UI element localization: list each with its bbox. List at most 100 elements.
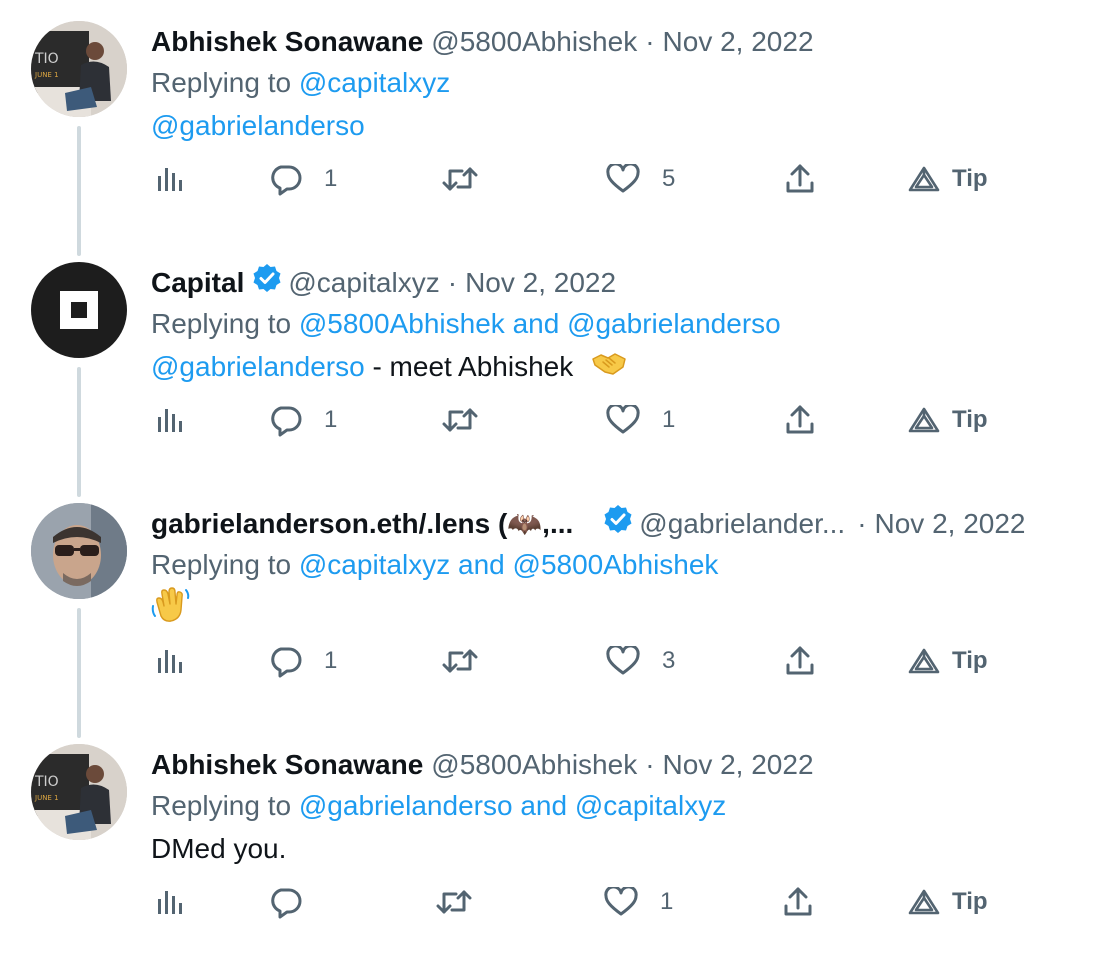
- reply-count: 1: [324, 647, 338, 674]
- reply-mention[interactable]: @5800Abhishek: [513, 549, 719, 580]
- like-button[interactable]: 3: [606, 640, 675, 682]
- tip-label: Tip: [952, 165, 988, 192]
- reply-mention[interactable]: @capitalxyz: [575, 790, 726, 821]
- waving-hand-icon: [151, 586, 191, 637]
- share-button[interactable]: [784, 640, 816, 682]
- analytics-button[interactable]: [154, 399, 184, 441]
- author-name[interactable]: Abhishek Sonawane: [151, 745, 423, 785]
- analytics-button[interactable]: [154, 158, 184, 200]
- body-text: DMed you.: [151, 833, 287, 864]
- analytics-icon: [158, 168, 182, 191]
- replying-prefix: Replying to: [151, 308, 292, 339]
- retweet-icon: [442, 649, 478, 673]
- author-name[interactable]: Capital: [151, 263, 244, 303]
- reply-count: 1: [324, 406, 338, 433]
- avatar[interactable]: TIO JUNE 1: [31, 21, 127, 117]
- tip-icon: [908, 166, 940, 192]
- reply-mention[interactable]: @capitalxyz: [299, 67, 450, 98]
- retweet-button[interactable]: [442, 640, 478, 682]
- share-button[interactable]: [784, 399, 816, 441]
- action-bar: 1 3 Tip: [154, 640, 1034, 682]
- author-handle[interactable]: @capitalxyz: [288, 263, 439, 303]
- retweet-icon: [442, 167, 478, 191]
- like-button[interactable]: 5: [606, 158, 675, 200]
- action-bar: 1 5 Tip: [154, 158, 1034, 200]
- tweet[interactable]: TIO JUNE 1 Abhishek Sonawane @5800Abhish…: [0, 723, 1100, 964]
- analytics-button[interactable]: [154, 881, 184, 923]
- retweet-button[interactable]: [436, 881, 472, 923]
- reply-mention[interactable]: @5800Abhishek: [299, 308, 505, 339]
- analytics-button[interactable]: [154, 640, 184, 682]
- author-name[interactable]: gabrielanderson.eth/.lens (🦇,...: [151, 504, 573, 544]
- tweet-body: @gabrielanderso - meet Abhishek: [151, 345, 1091, 391]
- tweet[interactable]: Capital @capitalxyz · Nov 2, 2022 Replyi…: [0, 241, 1100, 482]
- reply-mention[interactable]: @capitalxyz: [299, 549, 450, 580]
- handshake-icon: [591, 347, 627, 391]
- capital-logo-icon: [60, 291, 98, 329]
- tweet-header: Abhishek Sonawane @5800Abhishek · Nov 2,…: [151, 745, 1091, 785]
- svg-text:TIO: TIO: [34, 774, 59, 790]
- tweet-body: DMed you.: [151, 827, 1091, 871]
- share-icon: [786, 164, 814, 193]
- avatar[interactable]: TIO JUNE 1: [31, 744, 127, 840]
- analytics-icon: [158, 650, 182, 673]
- tip-button[interactable]: Tip: [908, 399, 988, 441]
- like-button[interactable]: 1: [606, 399, 675, 441]
- tip-button[interactable]: Tip: [908, 640, 988, 682]
- tweet-date[interactable]: Nov 2, 2022: [663, 745, 814, 785]
- body-mention[interactable]: @gabrielanderso: [151, 351, 365, 382]
- tweet-date[interactable]: Nov 2, 2022: [663, 22, 814, 62]
- replying-joiner: and: [512, 308, 560, 339]
- author-handle[interactable]: @5800Abhishek: [431, 22, 637, 62]
- separator: ·: [447, 267, 458, 298]
- replying-to: Replying to @5800Abhishek and @gabrielan…: [151, 303, 1091, 345]
- tweet-body: @gabrielanderso: [151, 104, 1091, 148]
- action-bar: 1 Tip: [154, 881, 1034, 923]
- like-button[interactable]: 1: [604, 881, 673, 923]
- body-mention[interactable]: @gabrielanderso: [151, 110, 365, 141]
- like-count: 5: [662, 165, 676, 192]
- action-bar: 1 1 Tip: [154, 399, 1034, 441]
- separator: ·: [857, 508, 867, 539]
- retweet-button[interactable]: [442, 399, 478, 441]
- reply-button[interactable]: [268, 881, 324, 923]
- analytics-icon: [158, 891, 182, 914]
- retweet-icon: [442, 408, 478, 432]
- author-name[interactable]: Abhishek Sonawane: [151, 22, 423, 62]
- like-icon: [606, 646, 640, 675]
- replying-prefix: Replying to: [151, 549, 292, 580]
- share-icon: [784, 887, 812, 916]
- tip-button[interactable]: Tip: [908, 158, 988, 200]
- tip-button[interactable]: Tip: [908, 881, 988, 923]
- reply-button[interactable]: 1: [268, 640, 337, 682]
- tweet[interactable]: TIO JUNE 1 Abhishek Sonawane @5800Abhish…: [0, 0, 1100, 241]
- reply-button[interactable]: 1: [268, 158, 337, 200]
- tweet-date[interactable]: Nov 2, 2022: [875, 504, 1026, 544]
- author-handle[interactable]: @gabrielander...: [639, 504, 845, 544]
- reply-mention[interactable]: @gabrielanderso: [299, 790, 513, 821]
- tip-icon: [908, 407, 940, 433]
- tweet-header: gabrielanderson.eth/.lens (🦇,... @gabrie…: [151, 504, 1091, 544]
- avatar[interactable]: [31, 262, 127, 358]
- reply-count: 1: [324, 165, 338, 192]
- tweet-body: [151, 586, 1091, 637]
- share-button[interactable]: [782, 881, 814, 923]
- reply-button[interactable]: 1: [268, 399, 337, 441]
- tip-icon: [908, 889, 940, 915]
- reply-icon: [271, 406, 302, 437]
- retweet-button[interactable]: [442, 158, 478, 200]
- share-icon: [786, 405, 814, 434]
- like-icon: [604, 887, 638, 916]
- like-count: 3: [662, 647, 676, 674]
- tweet[interactable]: gabrielanderson.eth/.lens (🦇,... @gabrie…: [0, 482, 1100, 723]
- tweet-date[interactable]: Nov 2, 2022: [465, 263, 616, 303]
- tweet-header: Abhishek Sonawane @5800Abhishek · Nov 2,…: [151, 22, 1091, 62]
- share-button[interactable]: [784, 158, 816, 200]
- tip-label: Tip: [952, 406, 988, 433]
- reply-mention[interactable]: @gabrielanderso: [567, 308, 781, 339]
- avatar[interactable]: [31, 503, 127, 599]
- author-handle[interactable]: @5800Abhishek: [431, 745, 637, 785]
- replying-prefix: Replying to: [151, 67, 292, 98]
- tip-label: Tip: [952, 888, 988, 915]
- tweet-header: Capital @capitalxyz · Nov 2, 2022: [151, 263, 1091, 303]
